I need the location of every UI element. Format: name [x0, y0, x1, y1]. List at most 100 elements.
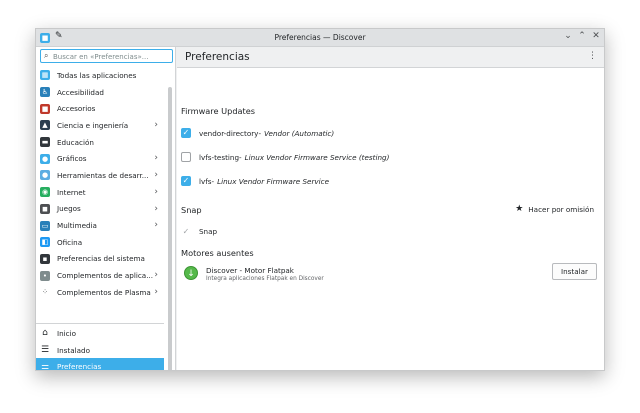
games-icon: ◼ — [40, 203, 50, 214]
office-icon: ◧ — [40, 237, 50, 248]
category-label: Oficina — [57, 237, 83, 247]
system-settings-icon: ▪ — [40, 253, 50, 264]
search-input[interactable] — [53, 51, 171, 62]
page-title: Preferencias — [185, 51, 250, 63]
internet-icon: ◉ — [40, 187, 50, 198]
firmware-source-row[interactable]: ✓ vendor-directory - Vendor (Automatic) — [181, 127, 334, 139]
close-button[interactable]: ✕ — [590, 31, 602, 41]
plasma-addons-icon: ⁘ — [40, 287, 50, 298]
category-label: Accesorios — [57, 104, 96, 114]
category-label: Accesibilidad — [57, 87, 104, 97]
source-name: lvfs-testing — [199, 152, 240, 162]
category-label: Complementos de Plasma — [57, 287, 151, 297]
maximize-button[interactable]: ⌃ — [576, 31, 588, 41]
source-name: vendor-directory — [199, 128, 259, 138]
discover-window: ■ ✎ Preferencias — Discover ⌄ ⌃ ✕ ⌕ ▦ Tod… — [35, 28, 605, 371]
accessories-icon: ■ — [40, 103, 50, 114]
backend-name: Discover - Motor Flatpak — [206, 266, 294, 275]
nav-label: Preferencias — [57, 362, 102, 371]
home-icon: ⌂ — [42, 328, 48, 339]
snap-source-row[interactable]: ✓ Snap — [181, 225, 217, 237]
category-list: ▦ Todas las aplicaciones ♿ Accesibilidad ■ Ac… — [36, 67, 164, 301]
sidebar-category-item[interactable]: ◉ Internet › — [36, 184, 164, 201]
checkbox-icon[interactable]: ✓ — [181, 128, 191, 138]
source-desc: Vendor (Automatic) — [264, 128, 335, 138]
chevron-right-icon: › — [154, 203, 158, 214]
make-default-button[interactable]: ★ Hacer por omisión — [515, 204, 594, 214]
title-bar[interactable]: ■ ✎ Preferencias — Discover ⌄ ⌃ ✕ — [36, 29, 604, 47]
sidebar: ⌕ ▦ Todas las aplicaciones ♿ Accesibilidad ■… — [36, 47, 176, 370]
install-button[interactable]: Instalar — [552, 263, 597, 280]
category-label: Preferencias del sistema — [57, 254, 145, 264]
firmware-source-row[interactable]: lvfs-testing - Linux Vendor Firmware Ser… — [181, 151, 389, 163]
source-desc: Linux Vendor Firmware Service (testing) — [244, 152, 390, 162]
sidebar-category-item[interactable]: ▲ Ciencia e ingeniería › — [36, 117, 164, 134]
nav-label: Instalado — [57, 345, 91, 355]
sidebar-category-item[interactable]: ▪ Preferencias del sistema — [36, 251, 164, 268]
bottom-nav: ⌂Inicio☰Instalado⚌PreferenciasⓘAcerca de — [36, 323, 164, 371]
category-label: Herramientas de desarr... — [57, 170, 149, 180]
minimize-button[interactable]: ⌄ — [562, 31, 574, 41]
category-label: Complementos de aplica... — [57, 271, 154, 281]
missing-backends-title: Motores ausentes — [181, 248, 254, 258]
source-name: lvfs — [199, 176, 212, 186]
nav-item[interactable]: ⚌ Preferencias — [36, 358, 164, 371]
graphics-icon: ● — [40, 153, 50, 164]
nav-item[interactable]: ⌂ Inicio — [36, 325, 164, 342]
overflow-menu-icon[interactable]: ⋮ — [588, 51, 597, 61]
nav-item[interactable]: ☰ Instalado — [36, 342, 164, 359]
category-label: Todas las aplicaciones — [57, 70, 137, 80]
sidebar-category-item[interactable]: ⁘ Complementos de Plasma › — [36, 284, 164, 301]
chevron-right-icon: › — [154, 220, 158, 231]
sidebar-category-item[interactable]: ▭ Multimedia › — [36, 217, 164, 234]
settings-icon: ⚌ — [40, 361, 50, 371]
snap-section-title: Snap — [181, 205, 202, 215]
app-addons-icon: • — [40, 270, 50, 281]
flatpak-download-icon: ↓ — [184, 266, 198, 280]
accessibility-icon: ♿ — [40, 87, 50, 98]
star-icon: ★ — [515, 204, 524, 214]
search-icon: ⌕ — [44, 51, 49, 60]
main-content: Preferencias ⋮ Firmware Updates ✓ vendor… — [177, 47, 604, 370]
installed-icon: ☰ — [40, 345, 50, 356]
chevron-right-icon: › — [154, 186, 158, 197]
sidebar-scrollbar[interactable] — [168, 87, 172, 370]
firmware-source-row[interactable]: ✓ lvfs - Linux Vendor Firmware Service — [181, 175, 329, 187]
sidebar-category-item[interactable]: ▬ Educación — [36, 134, 164, 151]
category-label: Ciencia e ingeniería — [57, 120, 129, 130]
category-label: Juegos — [57, 204, 81, 214]
multimedia-icon: ▭ — [40, 220, 50, 231]
chevron-right-icon: › — [154, 120, 158, 131]
sidebar-category-item[interactable]: ■ Accesorios — [36, 100, 164, 117]
education-icon: ▬ — [40, 137, 50, 148]
sidebar-category-item[interactable]: ◧ Oficina — [36, 234, 164, 251]
nav-label: Inicio — [57, 328, 77, 338]
chevron-right-icon: › — [154, 153, 158, 164]
category-label: Internet — [57, 187, 86, 197]
checkmark-icon: ✓ — [182, 226, 190, 236]
chevron-right-icon: › — [154, 170, 158, 181]
sidebar-category-item[interactable]: ● Herramientas de desarr... › — [36, 167, 164, 184]
snap-source-name: Snap — [199, 226, 218, 236]
chevron-right-icon: › — [154, 270, 158, 281]
category-label: Multimedia — [57, 221, 97, 231]
dev-tools-icon: ● — [40, 170, 50, 181]
science-icon: ▲ — [40, 120, 50, 131]
checkbox-icon[interactable] — [181, 152, 191, 162]
sidebar-category-item[interactable]: ♿ Accesibilidad — [36, 84, 164, 101]
sidebar-category-item[interactable]: ▦ Todas las aplicaciones — [36, 67, 164, 84]
sidebar-category-item[interactable]: ● Gráficos › — [36, 150, 164, 167]
search-box[interactable]: ⌕ — [40, 49, 173, 63]
sidebar-category-item[interactable]: • Complementos de aplica... › — [36, 267, 164, 284]
all-apps-icon: ▦ — [40, 70, 50, 81]
sidebar-category-item[interactable]: ◼ Juegos › — [36, 201, 164, 218]
firmware-section-title: Firmware Updates — [181, 106, 256, 116]
category-label: Educación — [57, 137, 94, 147]
page-header: Preferencias ⋮ — [177, 47, 604, 68]
category-label: Gráficos — [57, 154, 87, 164]
backend-description: Integra aplicaciones Flatpak en Discover — [206, 276, 324, 282]
source-desc: Linux Vendor Firmware Service — [217, 176, 330, 186]
checkbox-icon[interactable]: ✓ — [181, 176, 191, 186]
chevron-right-icon: › — [154, 286, 158, 297]
window-title: Preferencias — Discover — [274, 33, 366, 42]
